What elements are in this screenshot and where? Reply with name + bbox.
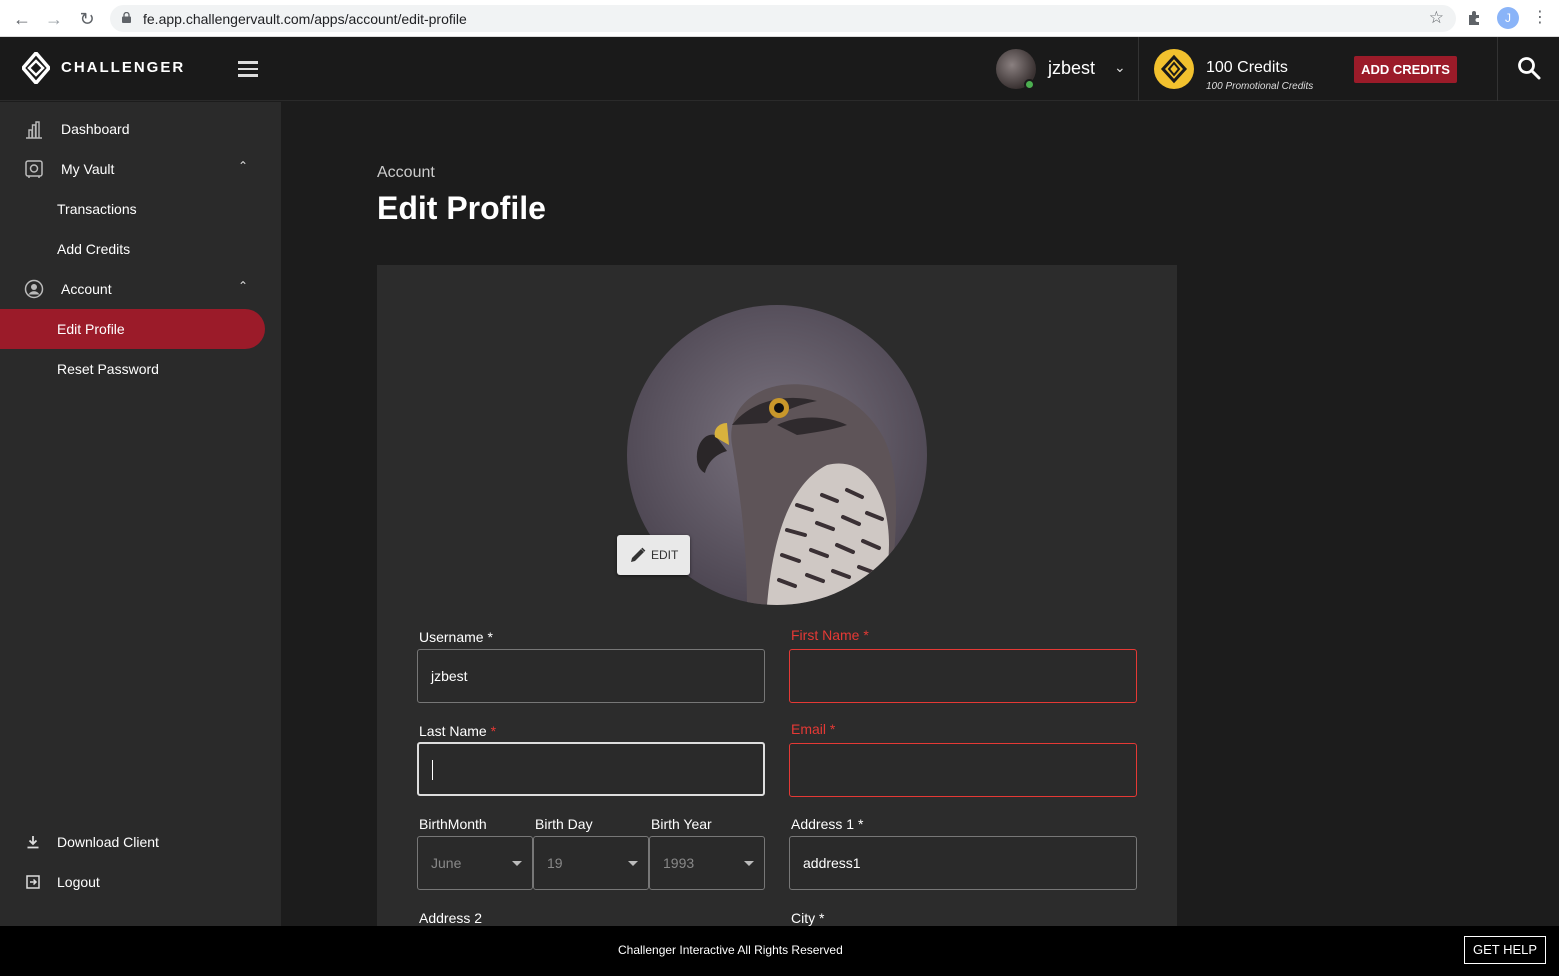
sidebar-item-label: Edit Profile bbox=[57, 321, 125, 337]
dashboard-icon bbox=[26, 121, 42, 139]
pencil-icon bbox=[631, 547, 646, 562]
sidebar-item-add-credits[interactable]: Add Credits bbox=[0, 229, 281, 269]
app-header: CHALLENGER jzbest ⌄ 100 Credits 100 Prom… bbox=[0, 37, 1559, 101]
city-label: City * bbox=[791, 910, 825, 926]
bookmark-star-icon[interactable]: ☆ bbox=[1429, 8, 1444, 28]
sidebar-item-my-vault[interactable]: My Vault ⌃ bbox=[0, 149, 281, 189]
header-divider bbox=[1497, 37, 1498, 101]
vault-icon bbox=[25, 160, 43, 178]
sidebar-item-logout[interactable]: Logout bbox=[0, 862, 281, 902]
address-bar[interactable]: fe.app.challengervault.com/apps/account/… bbox=[110, 5, 1456, 32]
browser-profile-avatar[interactable]: J bbox=[1497, 7, 1519, 29]
profile-card: EDIT Username * jzbest First Name * Last… bbox=[377, 265, 1177, 965]
sidebar-item-dashboard[interactable]: Dashboard bbox=[0, 109, 281, 149]
dropdown-arrow-icon bbox=[512, 861, 522, 866]
first-name-field[interactable] bbox=[789, 649, 1137, 703]
sidebar: Dashboard My Vault ⌃ Transactions Add Cr… bbox=[0, 102, 281, 926]
brand-name[interactable]: CHALLENGER bbox=[61, 59, 185, 76]
address1-field[interactable]: address1 bbox=[789, 836, 1137, 890]
add-credits-button[interactable]: ADD CREDITS bbox=[1354, 56, 1457, 83]
sidebar-item-label: Logout bbox=[57, 874, 100, 890]
sidebar-item-download-client[interactable]: Download Client bbox=[0, 822, 281, 862]
sidebar-item-label: My Vault bbox=[61, 161, 115, 177]
challenger-logo-icon[interactable] bbox=[22, 52, 50, 84]
edit-avatar-button[interactable]: EDIT bbox=[617, 535, 690, 575]
address1-value: address1 bbox=[803, 855, 861, 871]
username-value: jzbest bbox=[431, 668, 468, 684]
main-content: Account Edit Profile EDIT Username * jzb… bbox=[281, 102, 1559, 965]
account-circle-icon bbox=[24, 279, 44, 299]
address2-label: Address 2 bbox=[419, 910, 483, 926]
username-field[interactable]: jzbest bbox=[417, 649, 765, 703]
birth-year-value: 1993 bbox=[663, 855, 695, 871]
first-name-label: First Name * bbox=[791, 627, 869, 643]
birth-year-label: Birth Year bbox=[651, 816, 712, 832]
sidebar-item-label: Account bbox=[61, 281, 112, 297]
last-name-field[interactable] bbox=[417, 742, 765, 796]
browser-menu-icon[interactable]: ⋮ bbox=[1532, 8, 1548, 28]
download-icon bbox=[27, 836, 39, 849]
sidebar-item-label: Download Client bbox=[57, 834, 159, 850]
birth-month-select[interactable]: June bbox=[417, 836, 533, 890]
address1-label: Address 1 * bbox=[791, 816, 864, 832]
birth-year-select[interactable]: 1993 bbox=[649, 836, 765, 890]
sidebar-item-label: Reset Password bbox=[57, 361, 159, 377]
reload-icon[interactable]: ↻ bbox=[76, 8, 98, 30]
footer: Challenger Interactive All Rights Reserv… bbox=[0, 926, 1559, 976]
sidebar-item-account[interactable]: Account ⌃ bbox=[0, 269, 281, 309]
username-label: Username * bbox=[419, 629, 493, 645]
forward-arrow-icon[interactable]: → bbox=[43, 8, 65, 30]
dropdown-arrow-icon bbox=[628, 861, 638, 866]
birth-day-value: 19 bbox=[547, 855, 563, 871]
search-icon[interactable] bbox=[1516, 55, 1542, 81]
chevron-up-icon[interactable]: ⌃ bbox=[238, 279, 248, 293]
hamburger-menu-icon[interactable] bbox=[238, 61, 260, 77]
back-arrow-icon[interactable]: ← bbox=[11, 8, 33, 30]
chevron-up-icon[interactable]: ⌃ bbox=[238, 159, 248, 173]
logout-icon bbox=[26, 875, 40, 889]
extensions-puzzle-icon[interactable] bbox=[1466, 9, 1484, 27]
credits-coin-icon bbox=[1154, 49, 1194, 89]
header-username[interactable]: jzbest bbox=[1048, 58, 1095, 79]
sidebar-item-label: Add Credits bbox=[57, 241, 131, 257]
online-status-dot bbox=[1024, 79, 1035, 90]
text-cursor bbox=[432, 760, 433, 780]
edit-avatar-label: EDIT bbox=[651, 548, 679, 562]
breadcrumb[interactable]: Account bbox=[377, 164, 435, 182]
last-name-label: Last Name * bbox=[419, 723, 497, 739]
page-title: Edit Profile bbox=[377, 190, 546, 226]
sidebar-item-label: Transactions bbox=[57, 201, 137, 217]
header-divider bbox=[1138, 37, 1139, 101]
credits-balance: 100 Credits bbox=[1206, 59, 1288, 76]
sidebar-item-label: Dashboard bbox=[61, 121, 130, 137]
chevron-down-icon[interactable]: ⌄ bbox=[1114, 59, 1126, 76]
sidebar-item-reset-password[interactable]: Reset Password bbox=[0, 349, 281, 389]
lock-icon bbox=[122, 12, 131, 23]
birth-month-label: BirthMonth bbox=[419, 816, 487, 832]
sidebar-item-edit-profile[interactable]: Edit Profile bbox=[0, 309, 265, 349]
dropdown-arrow-icon bbox=[744, 861, 754, 866]
birth-day-label: Birth Day bbox=[535, 816, 593, 832]
birth-day-select[interactable]: 19 bbox=[533, 836, 649, 890]
email-field[interactable] bbox=[789, 743, 1137, 797]
promo-credits: 100 Promotional Credits bbox=[1206, 81, 1314, 92]
birth-month-value: June bbox=[431, 855, 462, 871]
email-label: Email * bbox=[791, 721, 836, 737]
get-help-button[interactable]: GET HELP bbox=[1464, 936, 1546, 964]
sidebar-item-transactions[interactable]: Transactions bbox=[0, 189, 281, 229]
copyright-text: Challenger Interactive All Rights Reserv… bbox=[618, 943, 843, 957]
browser-toolbar: ← → ↻ fe.app.challengervault.com/apps/ac… bbox=[0, 0, 1559, 37]
url-text: fe.app.challengervault.com/apps/account/… bbox=[143, 11, 467, 27]
